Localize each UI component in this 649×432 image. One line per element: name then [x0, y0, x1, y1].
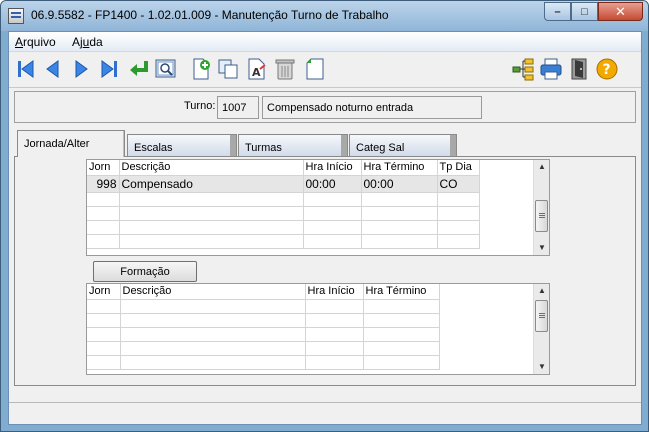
table-row[interactable] — [87, 299, 440, 314]
table-row[interactable] — [87, 327, 440, 342]
col-header-jorn[interactable]: Jorn — [87, 160, 120, 176]
turno-label: Turno: — [184, 100, 216, 112]
menu-bar: Arquivo Ajuda — [9, 32, 641, 52]
table-row[interactable] — [87, 192, 480, 207]
app-icon[interactable] — [8, 8, 24, 24]
formacao-grid[interactable]: Jorn Descrição Hra Início Hra Término ▲ … — [86, 283, 550, 375]
help-icon[interactable]: ? — [595, 57, 619, 81]
turno-panel: Turno: 1007 Compensado noturno entrada — [14, 91, 636, 123]
minimize-button[interactable]: – — [544, 2, 571, 21]
col-header-hra-inicio[interactable]: Hra Início — [305, 284, 364, 300]
col-header-jorn[interactable]: Jorn — [87, 284, 121, 300]
jornada-grid-scrollbar[interactable]: ▲ ▼ — [533, 160, 549, 255]
formacao-grid-scrollbar[interactable]: ▲ ▼ — [533, 284, 549, 374]
menu-ajuda-label-end: da — [89, 35, 103, 49]
title-bar[interactable]: 06.9.5582 - FP1400 - 1.02.01.009 - Manut… — [1, 1, 648, 31]
cell-hra-termino[interactable]: 00:00 — [361, 175, 438, 193]
table-row[interactable] — [87, 206, 480, 221]
tab-jornada-alter[interactable]: Jornada/Alter — [17, 130, 125, 157]
table-row[interactable] — [87, 341, 440, 356]
status-bar — [9, 402, 641, 424]
scroll-up-icon[interactable]: ▲ — [534, 160, 549, 174]
jornada-grid-header: Jorn Descrição Hra Início Hra Término Tp… — [87, 160, 480, 176]
svg-text:A: A — [252, 66, 261, 79]
scroll-thumb[interactable] — [535, 200, 548, 232]
window-controls: – □ ✕ — [544, 2, 643, 21]
jornada-grid[interactable]: Jorn Descrição Hra Início Hra Término Tp… — [86, 159, 550, 256]
tab-categ-sal[interactable]: Categ Sal — [349, 134, 457, 158]
turno-description-field[interactable]: Compensado noturno entrada — [262, 96, 482, 119]
cell-jorn[interactable]: 998 — [87, 175, 120, 193]
table-row[interactable]: 998 Compensado 00:00 00:00 CO — [87, 175, 480, 193]
menu-arquivo-mnemonic: A — [15, 35, 24, 49]
scroll-down-icon[interactable]: ▼ — [534, 360, 549, 374]
table-row[interactable] — [87, 220, 480, 235]
menu-ajuda[interactable]: Ajuda — [72, 35, 103, 49]
col-header-descricao[interactable]: Descrição — [119, 160, 304, 176]
tab-panel-jornada: Jorn Descrição Hra Início Hra Término Tp… — [14, 156, 636, 386]
maximize-button[interactable]: □ — [571, 2, 598, 21]
hierarchy-icon[interactable] — [511, 57, 535, 81]
scroll-thumb[interactable] — [535, 300, 548, 332]
col-header-hra-termino[interactable]: Hra Término — [363, 284, 440, 300]
menu-arquivo[interactable]: Arquivo — [15, 35, 56, 49]
cell-tp-dia[interactable]: CO — [437, 175, 480, 193]
exit-icon[interactable] — [567, 57, 591, 81]
return-icon[interactable] — [127, 57, 151, 81]
scroll-up-icon[interactable]: ▲ — [534, 284, 549, 298]
formacao-button[interactable]: Formação — [93, 261, 197, 282]
print-icon[interactable] — [539, 57, 563, 81]
edit-record-icon[interactable]: A — [245, 57, 269, 81]
application-window: 06.9.5582 - FP1400 - 1.02.01.009 - Manut… — [0, 0, 649, 432]
col-header-hra-inicio[interactable]: Hra Início — [303, 160, 362, 176]
svg-text:?: ? — [603, 62, 611, 78]
col-header-tp-dia[interactable]: Tp Dia — [437, 160, 480, 176]
window-title: 06.9.5582 - FP1400 - 1.02.01.009 - Manut… — [31, 8, 389, 22]
menu-arquivo-label: rquivo — [23, 35, 56, 49]
tab-escalas[interactable]: Escalas — [127, 134, 237, 158]
client-area: Arquivo Ajuda A ? Turno: 1007 Compensado… — [8, 31, 642, 425]
table-row[interactable] — [87, 355, 440, 370]
delete-record-icon[interactable] — [273, 57, 297, 81]
scroll-down-icon[interactable]: ▼ — [534, 241, 549, 255]
copy-record-icon[interactable] — [216, 57, 240, 81]
next-record-icon[interactable] — [69, 57, 93, 81]
cell-hra-inicio[interactable]: 00:00 — [303, 175, 362, 193]
table-row[interactable] — [87, 234, 480, 249]
cell-descricao[interactable]: Compensado — [119, 175, 304, 193]
table-row[interactable] — [87, 313, 440, 328]
turno-code-field[interactable]: 1007 — [217, 96, 259, 119]
search-icon[interactable] — [154, 57, 178, 81]
formacao-grid-header: Jorn Descrição Hra Início Hra Término — [87, 284, 440, 300]
col-header-hra-termino[interactable]: Hra Término — [361, 160, 438, 176]
col-header-descricao[interactable]: Descrição — [120, 284, 306, 300]
new-record-icon[interactable] — [189, 57, 213, 81]
close-button[interactable]: ✕ — [598, 2, 643, 21]
toolbar: A ? — [9, 52, 641, 88]
last-record-icon[interactable] — [97, 57, 121, 81]
save-record-icon[interactable] — [303, 57, 327, 81]
previous-record-icon[interactable] — [41, 57, 65, 81]
menu-ajuda-label-start: Aj — [72, 35, 83, 49]
tab-turmas[interactable]: Turmas — [238, 134, 348, 158]
first-record-icon[interactable] — [14, 57, 38, 81]
